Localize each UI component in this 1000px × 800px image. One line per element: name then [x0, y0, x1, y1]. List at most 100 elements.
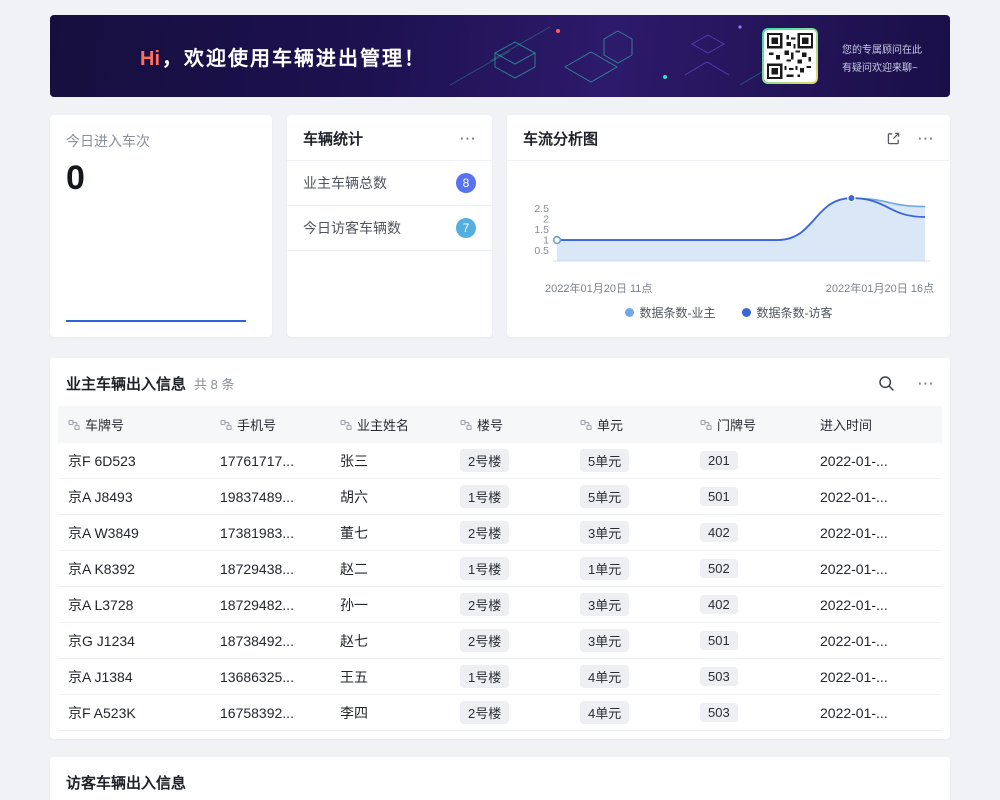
traffic-chart-svg: 0.511.522.5: [523, 173, 934, 273]
y-tick-label: 2.5: [534, 203, 549, 215]
y-tick-label: 1.5: [534, 224, 549, 236]
cell-tag: 201: [700, 451, 738, 470]
more-menu-icon[interactable]: ⋯: [459, 130, 476, 147]
chart-legend: 数据条数-业主 数据条数-访客: [523, 304, 934, 321]
field-icon: [68, 419, 80, 431]
stat-row: 业主车辆总数8: [287, 161, 492, 206]
cell-tag: 2号楼: [460, 449, 509, 472]
table-cell: 2022-01-...: [810, 623, 930, 659]
cell-tag: 5单元: [580, 485, 629, 508]
today-entries-card: 今日进入车次 0: [50, 115, 272, 337]
table-cell: 18729482...: [210, 587, 330, 623]
table-cell: 2号楼: [450, 695, 570, 731]
stat-badge: 7: [456, 218, 476, 238]
owner-table-count: 共 8 条: [194, 374, 234, 393]
table-row[interactable]: 京A W384917381983...董七2号楼3单元4022022-01-..…: [58, 515, 942, 551]
table-cell: 李四: [330, 695, 450, 731]
more-menu-icon[interactable]: ⋯: [917, 375, 934, 392]
more-menu-icon[interactable]: ⋯: [917, 130, 934, 147]
table-cell: 赵七: [330, 623, 450, 659]
qr-code-frame: [764, 30, 816, 82]
cell-tag: 1号楼: [460, 557, 509, 580]
traffic-chart-title: 车流分析图: [523, 128, 598, 149]
table-cell: 17381983...: [210, 515, 330, 551]
owner-table-card: 业主车辆出入信息 共 8 条 ⋯ 车牌号手机号业主姓名楼号单元门牌号进入时间 京…: [50, 358, 950, 739]
column-header[interactable]: 业主姓名: [330, 406, 450, 443]
column-header[interactable]: 单元: [570, 406, 690, 443]
table-cell-filler: [930, 443, 942, 479]
legend-dot-icon: [625, 308, 634, 317]
table-cell: 京A L3728: [58, 587, 210, 623]
table-cell-filler: [930, 659, 942, 695]
table-cell: 19837489...: [210, 479, 330, 515]
table-cell: 董七: [330, 515, 450, 551]
legend-item[interactable]: 数据条数-访客: [742, 304, 833, 321]
cell-tag: 3单元: [580, 593, 629, 616]
table-cell: 2号楼: [450, 515, 570, 551]
cell-tag: 501: [700, 631, 738, 650]
owner-table-body: 京F 6D52317761717...张三2号楼5单元2012022-01-..…: [58, 443, 942, 731]
table-row[interactable]: 京A J138413686325...王五1号楼4单元5032022-01-..…: [58, 659, 942, 695]
cell-tag: 1号楼: [460, 485, 509, 508]
table-row[interactable]: 京A K839218729438...赵二1号楼1单元5022022-01-..…: [58, 551, 942, 587]
table-cell: 201: [690, 443, 810, 479]
table-cell: 3单元: [570, 587, 690, 623]
table-cell: 13686325...: [210, 659, 330, 695]
vehicle-stats-title: 车辆统计: [303, 128, 363, 149]
dashboard-page: Hi，欢迎使用车辆进出管理！ 您的专属顾问在此 有疑问欢迎来聊~: [0, 0, 1000, 800]
table-cell-filler: [930, 587, 942, 623]
table-cell: 京A K8392: [58, 551, 210, 587]
table-cell: 5单元: [570, 479, 690, 515]
column-header[interactable]: 进入时间: [810, 406, 930, 443]
table-cell: 16758392...: [210, 695, 330, 731]
table-cell: 张三: [330, 443, 450, 479]
banner-note-line1: 您的专属顾问在此: [842, 42, 922, 60]
column-header[interactable]: 门牌号: [690, 406, 810, 443]
sparkline: [66, 320, 246, 322]
banner-greeting-hi: Hi: [140, 48, 160, 70]
table-row[interactable]: 京F A523K16758392...李四2号楼4单元5032022-01-..…: [58, 695, 942, 731]
table-row[interactable]: 京F 6D52317761717...张三2号楼5单元2012022-01-..…: [58, 443, 942, 479]
cell-tag: 402: [700, 523, 738, 542]
x-axis-label: 2022年01月20日 16点: [826, 280, 934, 296]
table-cell: 4单元: [570, 695, 690, 731]
banner-greeting: Hi，欢迎使用车辆进出管理！: [140, 42, 426, 71]
column-label: 手机号: [237, 418, 276, 433]
legend-item[interactable]: 数据条数-业主: [625, 304, 716, 321]
cell-tag: 402: [700, 595, 738, 614]
cell-tag: 1号楼: [460, 665, 509, 688]
cell-tag: 502: [700, 559, 738, 578]
cell-tag: 3单元: [580, 521, 629, 544]
cell-tag: 2号楼: [460, 629, 509, 652]
table-cell-filler: [930, 551, 942, 587]
table-cell: 402: [690, 587, 810, 623]
open-in-new-icon[interactable]: [886, 131, 901, 146]
table-cell: 2022-01-...: [810, 587, 930, 623]
field-icon: [460, 419, 472, 431]
banner-greeting-text: ，欢迎使用车辆进出管理！: [162, 48, 426, 70]
table-row[interactable]: 京A L372818729482...孙一2号楼3单元4022022-01-..…: [58, 587, 942, 623]
x-axis-label: 2022年01月20日 11点: [545, 280, 652, 296]
table-row[interactable]: 京A J849319837489...胡六1号楼5单元5012022-01-..…: [58, 479, 942, 515]
field-icon: [340, 419, 352, 431]
table-cell: 18729438...: [210, 551, 330, 587]
search-icon[interactable]: [878, 375, 895, 392]
cell-tag: 501: [700, 487, 738, 506]
table-row[interactable]: 京G J123418738492...赵七2号楼3单元5012022-01-..…: [58, 623, 942, 659]
column-header[interactable]: 楼号: [450, 406, 570, 443]
column-header-filler: [930, 406, 942, 443]
column-header[interactable]: 手机号: [210, 406, 330, 443]
table-cell: 501: [690, 479, 810, 515]
table-cell: 赵二: [330, 551, 450, 587]
cell-tag: 503: [700, 703, 738, 722]
table-cell: 503: [690, 659, 810, 695]
table-cell: 2022-01-...: [810, 695, 930, 731]
table-cell-filler: [930, 623, 942, 659]
field-icon: [220, 419, 232, 431]
field-icon: [700, 419, 712, 431]
table-cell: 王五: [330, 659, 450, 695]
banner-note-line2: 有疑问欢迎来聊~: [842, 60, 922, 78]
column-header[interactable]: 车牌号: [58, 406, 210, 443]
table-cell: 2022-01-...: [810, 443, 930, 479]
table-cell: 501: [690, 623, 810, 659]
